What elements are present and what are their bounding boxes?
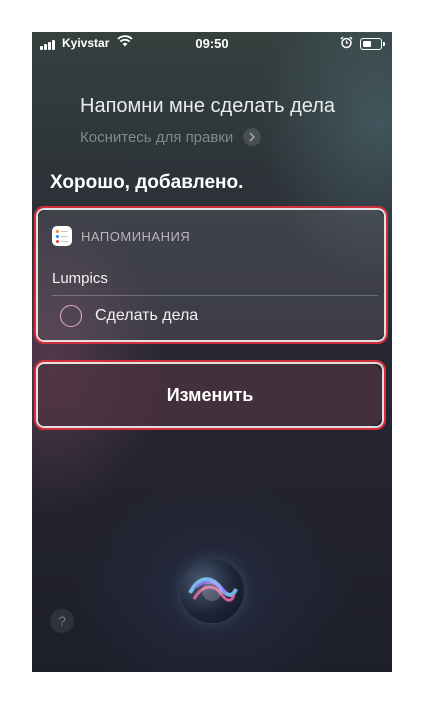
chevron-right-icon: [243, 128, 262, 146]
alarm-icon: [340, 36, 353, 52]
tap-to-edit-hint[interactable]: Коснитесь для правки: [80, 128, 262, 146]
reminder-item[interactable]: Сделать дела: [60, 305, 198, 327]
reminders-app-icon: [52, 226, 72, 246]
siri-screen: Kyivstar 09:50 Напомни мне сделать дела …: [32, 32, 392, 672]
app-name: НАПОМИНАНИЯ: [81, 228, 191, 244]
tap-to-edit-label: Коснитесь для правки: [80, 128, 234, 146]
siri-query-text[interactable]: Напомни мне сделать дела: [80, 95, 335, 118]
divider: [52, 295, 378, 296]
help-button[interactable]: ?: [50, 609, 74, 633]
reminder-app-header: НАПОМИНАНИЯ: [52, 226, 190, 246]
battery-icon: [360, 38, 385, 50]
reminder-checkbox[interactable]: [60, 305, 82, 327]
reminder-list-name: Lumpics: [52, 270, 108, 287]
reminder-item-text: Сделать дела: [95, 307, 199, 324]
reminder-card[interactable]: НАПОМИНАНИЯ Lumpics Сделать дела: [38, 210, 384, 340]
edit-button[interactable]: Изменить: [38, 364, 382, 426]
clock: 09:50: [195, 36, 229, 51]
battery-level: [363, 41, 371, 47]
siri-response-text: Хорошо, добавлено.: [50, 172, 244, 193]
status-bar: Kyivstar 09:50: [32, 32, 392, 56]
siri-orb-icon[interactable]: [180, 559, 244, 623]
